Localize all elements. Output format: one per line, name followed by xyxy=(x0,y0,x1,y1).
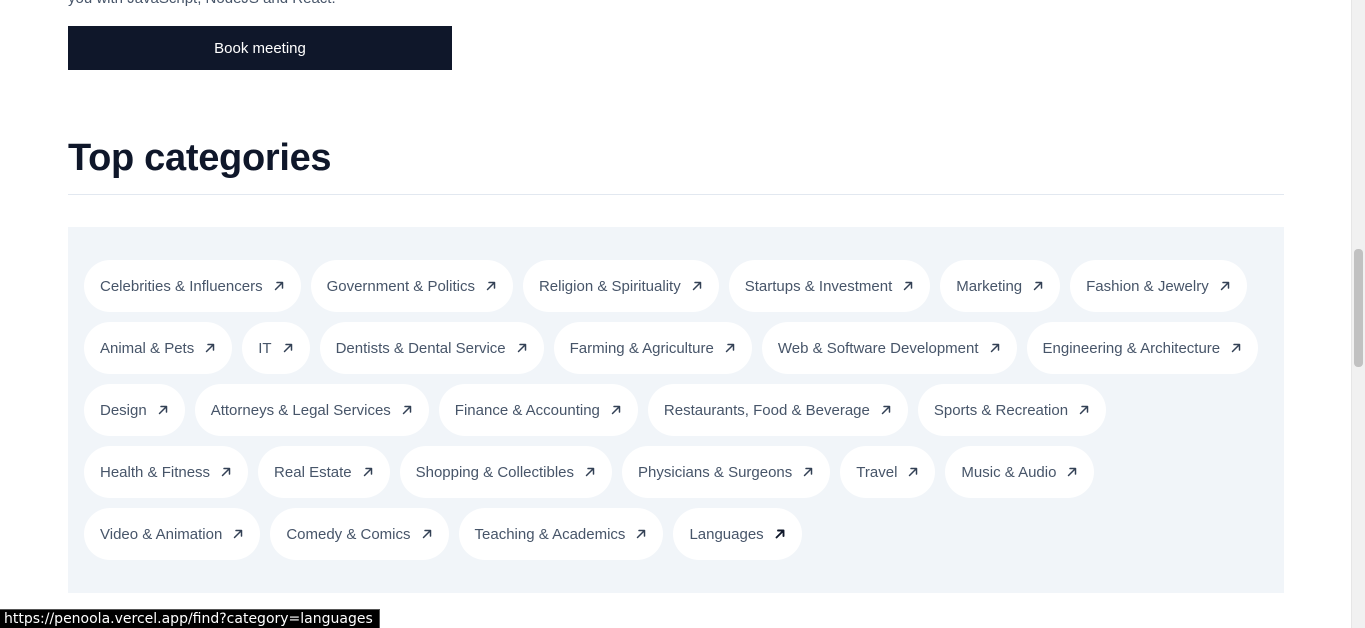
category-chip[interactable]: Dentists & Dental Service xyxy=(319,322,544,374)
arrow-up-right-icon xyxy=(362,466,374,478)
category-chip[interactable]: Web & Software Development xyxy=(761,322,1017,374)
category-chip[interactable]: Languages xyxy=(673,508,802,560)
category-chip-label: IT xyxy=(258,339,272,357)
book-meeting-button[interactable]: Book meeting xyxy=(68,26,452,70)
category-chip-label: Farming & Agriculture xyxy=(569,339,714,357)
arrow-up-right-icon xyxy=(1066,466,1078,478)
category-chip[interactable]: Government & Politics xyxy=(310,260,513,312)
arrow-up-right-icon xyxy=(989,342,1001,354)
arrow-up-right-icon xyxy=(802,466,814,478)
arrow-up-right-icon xyxy=(635,528,647,540)
category-chip-label: Animal & Pets xyxy=(100,339,195,357)
arrow-up-right-icon xyxy=(902,280,914,292)
category-chip-label: Engineering & Architecture xyxy=(1042,339,1221,357)
arrow-up-right-icon xyxy=(232,528,244,540)
category-chip-label: Video & Animation xyxy=(100,525,223,543)
category-chip-label: Music & Audio xyxy=(961,463,1057,481)
category-chip-label: Religion & Spirituality xyxy=(538,277,681,295)
arrow-up-right-icon xyxy=(1219,280,1231,292)
category-chip-label: Travel xyxy=(856,463,898,481)
category-chip[interactable]: Comedy & Comics xyxy=(270,508,449,560)
category-chip-label: Government & Politics xyxy=(326,277,475,295)
category-chip-label: Marketing xyxy=(956,277,1023,295)
category-chip[interactable]: Travel xyxy=(840,446,936,498)
arrow-up-right-icon xyxy=(724,342,736,354)
category-chip[interactable]: Celebrities & Influencers xyxy=(84,260,301,312)
page-content: you with JavaScript, NodeJS and React. B… xyxy=(0,0,1351,628)
category-chip-label: Dentists & Dental Service xyxy=(335,339,506,357)
category-chip-label: Real Estate xyxy=(274,463,352,481)
category-list: Celebrities & Influencers Government & Po… xyxy=(84,260,1274,560)
category-chip[interactable]: Engineering & Architecture xyxy=(1026,322,1259,374)
arrow-up-right-icon xyxy=(204,342,216,354)
category-chip[interactable]: Design xyxy=(84,384,185,436)
category-chip[interactable]: Animal & Pets xyxy=(84,322,233,374)
arrow-up-right-icon xyxy=(774,528,786,540)
arrow-up-right-icon xyxy=(1078,404,1090,416)
category-chip-label: Shopping & Collectibles xyxy=(415,463,575,481)
category-chip[interactable]: Health & Fitness xyxy=(84,446,249,498)
divider xyxy=(68,194,1284,195)
arrow-up-right-icon xyxy=(421,528,433,540)
categories-panel: Celebrities & Influencers Government & Po… xyxy=(68,227,1284,593)
category-chip-label: Finance & Accounting xyxy=(454,401,600,419)
category-chip-label: Celebrities & Influencers xyxy=(100,277,263,295)
category-chip-label: Attorneys & Legal Services xyxy=(210,401,391,419)
category-chip[interactable]: Restaurants, Food & Beverage xyxy=(647,384,908,436)
category-chip[interactable]: Physicians & Surgeons xyxy=(622,446,831,498)
category-chip[interactable]: Shopping & Collectibles xyxy=(399,446,613,498)
arrow-up-right-icon xyxy=(1230,342,1242,354)
category-chip[interactable]: Marketing xyxy=(940,260,1061,312)
category-chip[interactable]: Teaching & Academics xyxy=(458,508,664,560)
arrow-up-right-icon xyxy=(273,280,285,292)
status-bar-url: https://penoola.vercel.app/find?category… xyxy=(0,609,380,628)
category-chip-label: Fashion & Jewelry xyxy=(1086,277,1209,295)
category-chip-label: Physicians & Surgeons xyxy=(638,463,793,481)
category-chip[interactable]: Real Estate xyxy=(258,446,390,498)
arrow-up-right-icon xyxy=(907,466,919,478)
category-chip-label: Health & Fitness xyxy=(100,463,211,481)
arrow-up-right-icon xyxy=(220,466,232,478)
scrollbar-thumb[interactable] xyxy=(1354,249,1363,367)
category-chip[interactable]: Attorneys & Legal Services xyxy=(194,384,429,436)
category-chip[interactable]: Farming & Agriculture xyxy=(553,322,752,374)
category-chip-label: Comedy & Comics xyxy=(286,525,411,543)
category-chip[interactable]: Fashion & Jewelry xyxy=(1070,260,1247,312)
arrow-up-right-icon xyxy=(516,342,528,354)
arrow-up-right-icon xyxy=(880,404,892,416)
category-chip-label: Languages xyxy=(689,525,764,543)
category-chip[interactable]: IT xyxy=(242,322,310,374)
category-chip[interactable]: Religion & Spirituality xyxy=(522,260,719,312)
category-chip-label: Sports & Recreation xyxy=(933,401,1069,419)
arrow-up-right-icon xyxy=(401,404,413,416)
arrow-up-right-icon xyxy=(691,280,703,292)
arrow-up-right-icon xyxy=(1032,280,1044,292)
section-title: Top categories xyxy=(68,137,332,179)
category-chip[interactable]: Sports & Recreation xyxy=(917,384,1107,436)
vertical-scrollbar[interactable] xyxy=(1351,0,1365,628)
category-chip-label: Teaching & Academics xyxy=(474,525,626,543)
arrow-up-right-icon xyxy=(610,404,622,416)
category-chip-label: Web & Software Development xyxy=(777,339,979,357)
arrow-up-right-icon xyxy=(157,404,169,416)
arrow-up-right-icon xyxy=(584,466,596,478)
intro-text: you with JavaScript, NodeJS and React. xyxy=(68,0,336,9)
category-chip-label: Design xyxy=(100,401,147,419)
category-chip[interactable]: Finance & Accounting xyxy=(438,384,638,436)
category-chip-label: Restaurants, Food & Beverage xyxy=(663,401,870,419)
arrow-up-right-icon xyxy=(282,342,294,354)
category-chip[interactable]: Startups & Investment xyxy=(728,260,931,312)
category-chip[interactable]: Music & Audio xyxy=(945,446,1095,498)
category-chip[interactable]: Video & Animation xyxy=(84,508,261,560)
arrow-up-right-icon xyxy=(485,280,497,292)
category-chip-label: Startups & Investment xyxy=(744,277,893,295)
